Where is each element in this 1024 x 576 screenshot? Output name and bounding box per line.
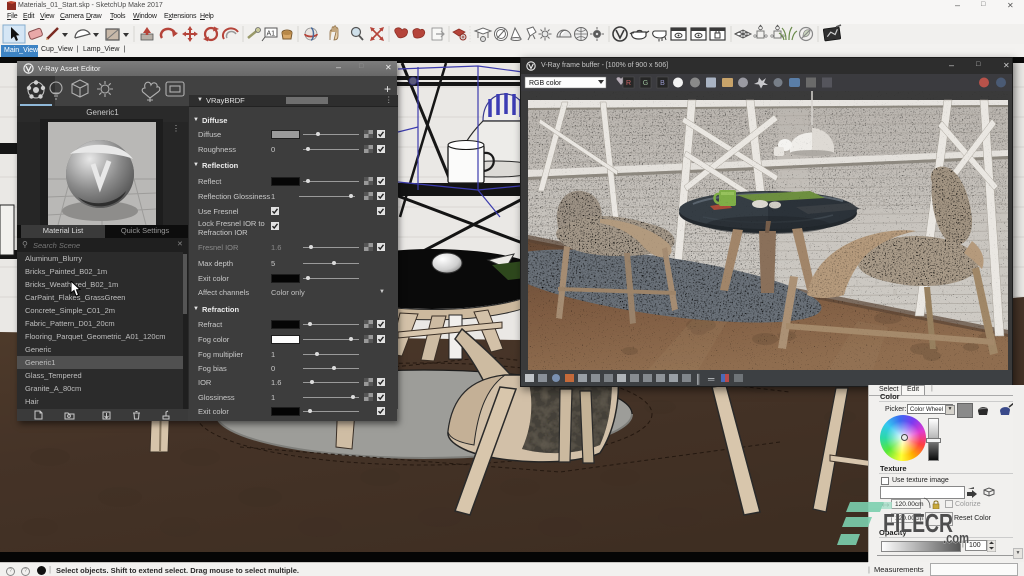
svg-text:═: ═ bbox=[707, 374, 715, 384]
svg-text:B: B bbox=[660, 80, 665, 87]
svg-text:G: G bbox=[643, 80, 648, 87]
svg-text:║: ║ bbox=[695, 373, 701, 385]
svg-text:+: + bbox=[384, 82, 391, 96]
svg-text:RGB color: RGB color bbox=[529, 80, 562, 87]
svg-text:R: R bbox=[626, 80, 631, 87]
svg-text:.com: .com bbox=[943, 530, 969, 547]
svg-text:A1: A1 bbox=[267, 31, 276, 38]
